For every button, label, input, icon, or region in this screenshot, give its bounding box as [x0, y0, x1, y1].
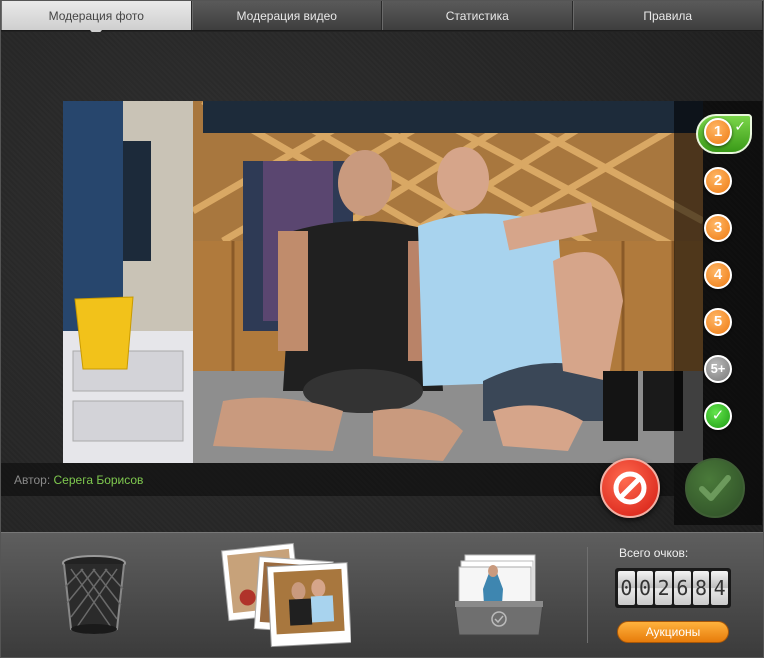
moderation-stage: ✓ 1 2 3 4 5 5+ ✓ Автор: Серега Борисов	[1, 32, 763, 532]
score-digit: 8	[692, 571, 710, 605]
trash-button[interactable]	[61, 555, 127, 640]
author-label: Автор:	[14, 473, 51, 487]
rating-option-3[interactable]: 3	[704, 214, 732, 242]
approve-button[interactable]	[685, 458, 745, 518]
footer-divider	[587, 547, 588, 643]
author-bar: Автор: Серега Борисов	[1, 463, 674, 496]
score-digit: 0	[618, 571, 635, 605]
footer-toolbar: Всего очков: 0 0 2 6 8 4 Аукционы	[1, 532, 763, 657]
approved-inbox-button[interactable]	[453, 549, 545, 639]
rating-option-2[interactable]: 2	[704, 167, 732, 195]
checkmark-icon: ✓	[734, 118, 746, 134]
approve-icon	[699, 475, 731, 501]
photo-stack-icon	[221, 542, 352, 648]
trash-icon	[62, 555, 126, 634]
tab-bar: Модерация фото Модерация видео Статистик…	[1, 1, 763, 37]
auctions-button[interactable]: Аукционы	[617, 621, 729, 643]
photo-moderation-app: Модерация фото Модерация видео Статистик…	[0, 0, 764, 658]
score-digit: 0	[636, 571, 654, 605]
tab-statistics[interactable]: Статистика	[382, 1, 573, 30]
score-counter: 0 0 2 6 8 4	[615, 568, 731, 608]
rating-option-4[interactable]: 4	[704, 261, 732, 289]
moderated-photo	[63, 101, 703, 463]
rating-option-5[interactable]: 5	[704, 308, 732, 336]
rating-confirm-icon[interactable]: ✓	[704, 402, 732, 430]
tab-rules[interactable]: Правила	[572, 1, 763, 30]
author-name-link[interactable]: Серега Борисов	[54, 473, 144, 487]
score-digit: 4	[711, 571, 729, 605]
reject-icon	[613, 471, 647, 505]
tab-photo-moderation[interactable]: Модерация фото	[1, 1, 192, 37]
rating-option-5-plus[interactable]: 5+	[704, 355, 732, 383]
author-info: Автор: Серега Борисов	[14, 473, 143, 487]
score-label: Всего очков:	[619, 546, 689, 560]
photo-illustration	[63, 101, 703, 463]
reject-button[interactable]	[600, 458, 660, 518]
tab-video-moderation[interactable]: Модерация видео	[191, 1, 382, 30]
score-digit: 6	[674, 571, 691, 605]
inbox-icon	[454, 554, 544, 636]
rating-option-1[interactable]: 1	[704, 118, 732, 146]
score-digit: 2	[655, 571, 673, 605]
photo-stack-button[interactable]	[221, 541, 352, 651]
